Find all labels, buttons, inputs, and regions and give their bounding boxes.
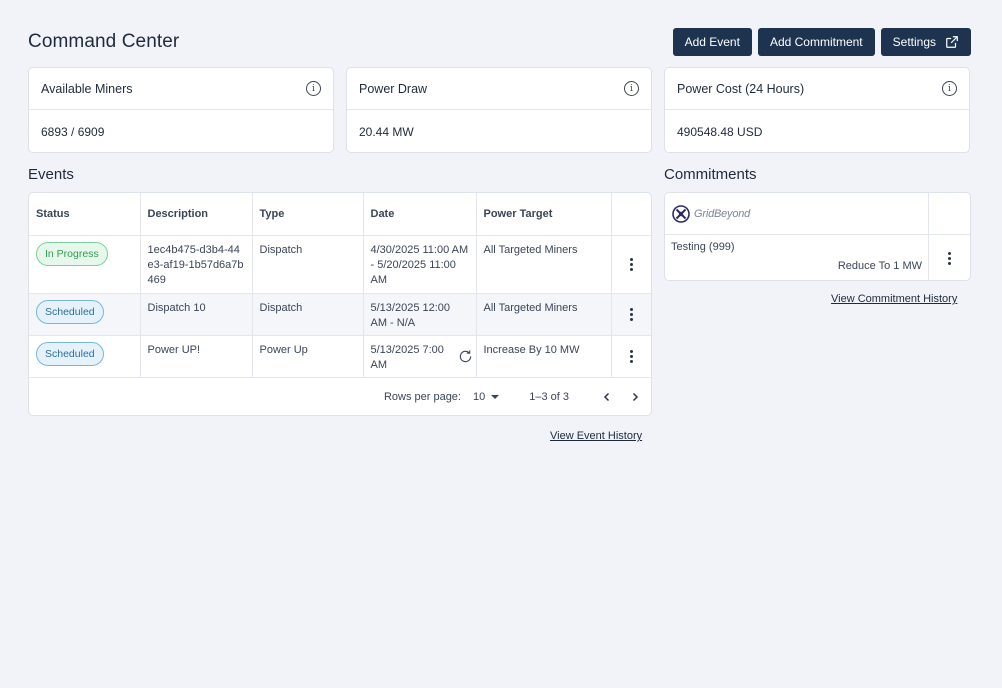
command-center-page: Command Center Add Event Add Commitment … bbox=[28, 28, 971, 442]
page-title: Command Center bbox=[28, 31, 180, 52]
commitments-table: GridBeyond Testing (999) Reduce To 1 MW bbox=[664, 192, 971, 281]
power-target-cell: All Targeted Miners bbox=[476, 235, 612, 294]
row-menu-cell bbox=[611, 235, 652, 294]
status-badge: In Progress bbox=[36, 241, 108, 266]
description-cell: Dispatch 10 bbox=[140, 293, 253, 336]
commitments-header-row: GridBeyond bbox=[665, 193, 970, 235]
more-vert-icon[interactable] bbox=[612, 294, 652, 335]
more-vert-icon[interactable] bbox=[612, 236, 652, 293]
logo-text: GridBeyond bbox=[694, 207, 751, 220]
stat-cards: Available Miners i 6893 / 6909 Power Dra… bbox=[28, 67, 971, 153]
type-cell: Dispatch bbox=[252, 235, 364, 294]
chevron-right-icon bbox=[632, 392, 639, 402]
add-commitment-button[interactable]: Add Commitment bbox=[757, 28, 875, 56]
status-cell: Scheduled bbox=[29, 335, 141, 378]
description-cell: Power UP! bbox=[140, 335, 253, 378]
date-cell: 4/30/2025 11:00 AM - 5/20/2025 11:00 AM bbox=[363, 235, 477, 294]
commitment-action: Reduce To 1 MW bbox=[837, 260, 922, 272]
view-commitment-history-link[interactable]: View Commitment History bbox=[831, 293, 957, 305]
commitments-title: Commitments bbox=[664, 166, 757, 183]
rows-per-page-value: 10 bbox=[472, 391, 486, 403]
card-header: Power Draw i bbox=[347, 68, 651, 110]
card-title: Power Draw bbox=[359, 81, 428, 96]
chevron-left-icon bbox=[603, 392, 610, 402]
description-cell: 1ec4b475-d3b4-44e3-af19-1b57d6a7b469 bbox=[140, 235, 253, 294]
power-target-cell: Increase By 10 MW bbox=[476, 335, 612, 378]
column-header-description[interactable]: Description bbox=[140, 193, 253, 236]
previous-page-button[interactable] bbox=[599, 389, 615, 405]
column-header-power-target[interactable]: Power Target bbox=[476, 193, 612, 236]
header-actions: Add Event Add Commitment Settings bbox=[672, 28, 971, 56]
commitment-row[interactable]: Testing (999) Reduce To 1 MW bbox=[665, 235, 970, 280]
type-cell: Power Up bbox=[252, 335, 364, 378]
rows-per-page-label: Rows per page: bbox=[383, 391, 461, 403]
caret-down-icon bbox=[491, 395, 500, 399]
table-row[interactable]: Scheduled Dispatch 10 Dispatch 5/13/2025… bbox=[29, 293, 652, 336]
card-header: Power Cost (24 Hours) i bbox=[665, 68, 969, 110]
info-icon[interactable]: i bbox=[942, 81, 957, 96]
settings-button[interactable]: Settings bbox=[880, 28, 971, 56]
gridbeyond-logo-icon bbox=[672, 204, 690, 223]
card-value: 490548.48 USD bbox=[677, 125, 763, 139]
events-table: Status Description Type Date Power Targe… bbox=[29, 193, 651, 378]
rows-per-page-select[interactable]: 10 bbox=[472, 391, 500, 403]
external-link-icon bbox=[946, 36, 958, 48]
commitment-info: Testing (999) Reduce To 1 MW bbox=[665, 235, 929, 280]
more-vert-icon[interactable] bbox=[612, 336, 652, 377]
column-header-status[interactable]: Status bbox=[29, 193, 141, 236]
page-header: Command Center Add Event Add Commitment … bbox=[28, 28, 971, 56]
next-page-button[interactable] bbox=[627, 389, 643, 405]
row-menu-cell bbox=[611, 293, 652, 336]
pagination-range: 1–3 of 3 bbox=[529, 391, 569, 403]
date-cell: 5/13/2025 12:00 AM - N/A bbox=[363, 293, 477, 336]
status-badge: Scheduled bbox=[36, 341, 104, 366]
status-badge: Scheduled bbox=[36, 299, 104, 324]
date-text: 5/13/2025 7:00 AM bbox=[370, 343, 444, 371]
card-header: Available Miners i bbox=[29, 68, 333, 110]
refresh-icon bbox=[459, 349, 471, 362]
add-event-label: Add Event bbox=[684, 35, 740, 49]
info-icon[interactable]: i bbox=[306, 81, 321, 96]
view-event-history-link[interactable]: View Event History bbox=[550, 430, 642, 442]
table-row[interactable]: Scheduled Power UP! Power Up 5/13/2025 7… bbox=[29, 335, 652, 378]
status-cell: Scheduled bbox=[29, 293, 141, 336]
events-title: Events bbox=[28, 166, 74, 183]
card-value: 20.44 MW bbox=[359, 125, 414, 139]
add-commitment-label: Add Commitment bbox=[769, 35, 863, 49]
available-miners-card: Available Miners i 6893 / 6909 bbox=[28, 67, 334, 153]
info-icon[interactable]: i bbox=[624, 81, 639, 96]
card-title: Available Miners bbox=[41, 81, 133, 96]
card-value: 6893 / 6909 bbox=[41, 125, 105, 139]
commitment-name: Testing (999) bbox=[671, 241, 735, 253]
power-target-cell: All Targeted Miners bbox=[476, 293, 612, 336]
more-vert-icon[interactable] bbox=[929, 235, 970, 280]
add-event-button[interactable]: Add Event bbox=[672, 28, 752, 56]
date-cell: 5/13/2025 7:00 AM bbox=[363, 335, 477, 378]
date-wrap: 5/13/2025 7:00 AM bbox=[370, 343, 471, 373]
table-pagination: Rows per page: 10 1–3 of 3 bbox=[29, 377, 651, 415]
column-header-type[interactable]: Type bbox=[252, 193, 364, 236]
power-draw-card: Power Draw i 20.44 MW bbox=[346, 67, 652, 153]
table-header-row: Status Description Type Date Power Targe… bbox=[29, 193, 651, 236]
commitment-menu-cell bbox=[929, 235, 970, 280]
status-cell: In Progress bbox=[29, 235, 141, 294]
power-cost-card: Power Cost (24 Hours) i 490548.48 USD bbox=[664, 67, 970, 153]
card-title: Power Cost (24 Hours) bbox=[677, 81, 805, 96]
header-spacer bbox=[929, 193, 970, 234]
events-table-container: Status Description Type Date Power Targe… bbox=[28, 192, 652, 416]
column-header-date[interactable]: Date bbox=[363, 193, 477, 236]
table-row[interactable]: In Progress 1ec4b475-d3b4-44e3-af19-1b57… bbox=[29, 235, 652, 294]
gridbeyond-logo: GridBeyond bbox=[665, 193, 929, 234]
column-header-actions bbox=[611, 193, 651, 236]
type-cell: Dispatch bbox=[252, 293, 364, 336]
settings-label: Settings bbox=[892, 35, 936, 49]
row-menu-cell bbox=[611, 335, 652, 378]
